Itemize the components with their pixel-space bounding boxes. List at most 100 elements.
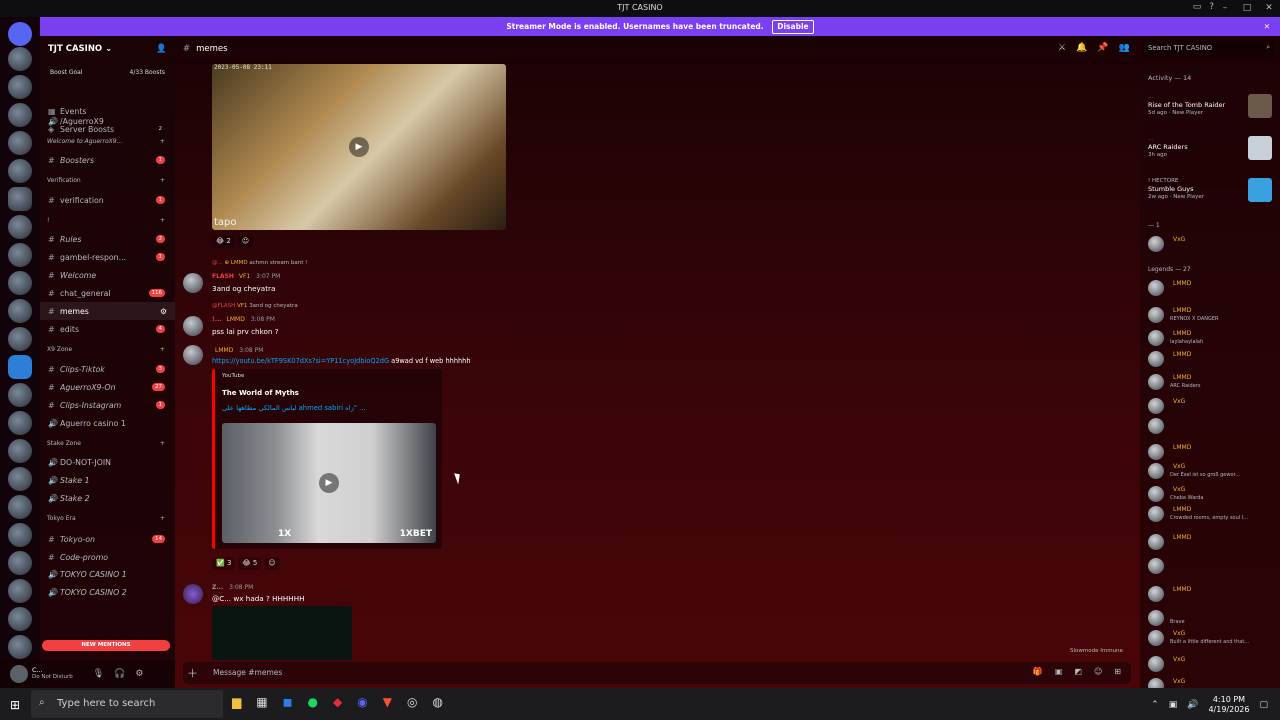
message-author[interactable]: Z... xyxy=(212,584,223,591)
member-item[interactable]: LMMD Crowded rooms, empty soul l... xyxy=(1146,504,1276,524)
server-icon[interactable] xyxy=(8,299,32,323)
sidebar-item-channel[interactable]: # AguerroX9-On 27 xyxy=(40,378,175,396)
server-icon[interactable] xyxy=(8,327,32,351)
member-item[interactable]: LMMD ARC Raiders xyxy=(1146,372,1276,392)
channel-category[interactable]: ! + xyxy=(40,217,175,224)
close-button[interactable]: ✕ xyxy=(1258,0,1280,17)
discord-icon[interactable]: ◉ xyxy=(357,695,367,709)
bell-icon[interactable]: 🔔 xyxy=(1076,43,1087,53)
add-channel-icon[interactable]: + xyxy=(160,515,165,522)
threads-icon[interactable]: ⚔ xyxy=(1058,43,1066,53)
add-channel-icon[interactable]: + xyxy=(160,138,165,145)
minimize-button[interactable]: – xyxy=(1214,0,1236,17)
video-thumbnail[interactable]: ▶ 1X 1XBET xyxy=(222,423,436,543)
sidebar-item-channel[interactable]: # Tokyo-on 14 xyxy=(40,530,175,548)
pin-icon[interactable]: 📌 xyxy=(1097,43,1108,53)
message-input[interactable]: Message #memes xyxy=(213,668,282,677)
add-channel-icon[interactable]: + xyxy=(160,346,165,353)
add-channel-icon[interactable]: + xyxy=(160,177,165,184)
microphone-icon[interactable]: 🎙 xyxy=(93,669,104,679)
sidebar-item-channel[interactable]: 🔊 Stake 2 xyxy=(40,489,175,507)
member-item[interactable]: VxG xyxy=(1146,676,1276,688)
outlook-icon[interactable]: ◼ xyxy=(283,695,293,709)
member-item[interactable]: VxG Built a little different and that... xyxy=(1146,628,1276,648)
server-icon[interactable] xyxy=(8,243,32,267)
apps-icon[interactable]: ⊞ xyxy=(1114,667,1121,676)
app-icon[interactable]: ◍ xyxy=(432,695,442,709)
notification-icon[interactable]: ▢ xyxy=(1259,700,1268,710)
server-icon[interactable] xyxy=(8,607,32,631)
avatar[interactable] xyxy=(183,273,203,293)
server-icon[interactable] xyxy=(8,187,32,211)
sidebar-item-channel[interactable]: 🔊 Aguerro casino 1 xyxy=(40,414,175,432)
video-attachment[interactable]: 2023-05-08 23:11 ▶ tapo xyxy=(212,64,506,230)
server-icon[interactable] xyxy=(8,215,32,239)
member-item[interactable]: LMMD xyxy=(1146,442,1276,462)
member-item[interactable]: LMMD xyxy=(1146,278,1276,298)
sticker-icon[interactable]: ◩ xyxy=(1074,667,1082,676)
sidebar-item-channel[interactable]: # chat_general 116 xyxy=(40,284,175,302)
play-icon[interactable]: ▶ xyxy=(319,473,339,493)
inbox-icon[interactable]: ▭ xyxy=(1193,2,1202,12)
server-icon[interactable] xyxy=(8,551,32,575)
sidebar-item-channel[interactable]: 🔊 TOKYO CASINO 2 xyxy=(40,583,175,601)
server-icon[interactable] xyxy=(8,271,32,295)
activity-card[interactable]: ... Rise of the Tomb Raider 5d ago · New… xyxy=(1148,94,1276,134)
server-icon[interactable] xyxy=(8,131,32,155)
server-icon[interactable] xyxy=(8,467,32,491)
server-icon[interactable] xyxy=(8,355,32,379)
sidebar-item-channel[interactable]: # Welcome xyxy=(40,266,175,284)
message-composer[interactable]: ＋ Message #memes 🎁 ▣ ◩ ☺ ⊞ xyxy=(183,662,1131,684)
server-icon[interactable] xyxy=(8,635,32,659)
taskbar-search[interactable]: ⌕ Type here to search xyxy=(31,690,223,718)
channel-category[interactable]: Stake Zone + xyxy=(40,440,175,447)
member-item[interactable]: LMMD REYNOX X DANGER xyxy=(1146,305,1276,325)
members-icon[interactable]: 👥 xyxy=(1119,43,1130,53)
emoji-icon[interactable]: ☺ xyxy=(1094,667,1102,676)
chevron-up-icon[interactable]: ⌃ xyxy=(1151,700,1159,710)
add-channel-icon[interactable]: + xyxy=(160,217,165,224)
reaction-check[interactable]: ✅ 3 xyxy=(212,557,236,570)
store-icon[interactable]: ▦ xyxy=(256,695,267,709)
sidebar-item-channel[interactable]: 🔊 Stake 1 xyxy=(40,471,175,489)
close-banner-icon[interactable]: ✕ xyxy=(1264,17,1270,36)
server-icon[interactable] xyxy=(8,47,32,71)
channel-category[interactable]: Verification + xyxy=(40,177,175,184)
embed-provider[interactable]: YouTube xyxy=(222,373,244,379)
server-icon[interactable] xyxy=(8,159,32,183)
windows-start-icon[interactable]: ⊞ xyxy=(10,698,20,712)
member-item[interactable]: LMMD xyxy=(1146,584,1276,604)
channel-category[interactable]: Welcome to AguerroX9... + xyxy=(40,138,175,145)
member-item[interactable]: LMMD xyxy=(1146,349,1276,369)
server-icon[interactable] xyxy=(8,75,32,99)
server-icon[interactable] xyxy=(8,523,32,547)
sidebar-item-channel[interactable]: # gambel-respon... 1 xyxy=(40,248,175,266)
member-item[interactable]: VxG Cheba Warda xyxy=(1146,484,1276,504)
add-reaction-icon[interactable]: ☺ xyxy=(264,557,280,570)
boost-goal[interactable]: Boost Goal 4/33 Boosts xyxy=(46,65,169,81)
home-icon[interactable] xyxy=(8,22,32,46)
play-icon[interactable]: ▶ xyxy=(349,137,369,157)
sidebar-item-channel[interactable]: 🔊/AguerroX9 xyxy=(40,112,175,130)
gif-icon[interactable]: ▣ xyxy=(1055,667,1063,676)
taskbar-clock[interactable]: 4:10 PM 4/19/2026 xyxy=(1208,695,1249,715)
network-icon[interactable]: ▣ xyxy=(1169,700,1178,710)
app-icon[interactable]: ◎ xyxy=(407,695,417,709)
server-icon[interactable] xyxy=(8,103,32,127)
spotify-icon[interactable]: ● xyxy=(308,695,318,709)
volume-icon[interactable]: 🔊 xyxy=(1187,700,1198,710)
youtube-link[interactable]: https://youtu.be/kTF9SK07dXs?si=YP11cyoJ… xyxy=(212,357,389,365)
file-explorer-icon[interactable]: ▆ xyxy=(232,695,241,709)
sidebar-item-channel[interactable]: # Boosters 1 xyxy=(40,151,175,169)
message-author[interactable]: FLASH xyxy=(212,273,234,280)
avatar[interactable] xyxy=(10,665,28,683)
headphones-icon[interactable]: 🎧 xyxy=(114,669,125,679)
activity-card[interactable]: ! HECTORE Stumble Guys 2w ago · New Play… xyxy=(1148,178,1276,218)
reply-preview[interactable]: @FLASH VF1 3and og cheyatra xyxy=(212,303,298,309)
channel-category[interactable]: Tokyo Era + xyxy=(40,515,175,522)
add-attachment-icon[interactable]: ＋ xyxy=(187,665,198,681)
server-icon[interactable] xyxy=(8,383,32,407)
server-icon[interactable] xyxy=(8,439,32,463)
sidebar-item-channel[interactable]: # verification 1 xyxy=(40,191,175,209)
member-item[interactable]: VxG xyxy=(1146,234,1276,254)
